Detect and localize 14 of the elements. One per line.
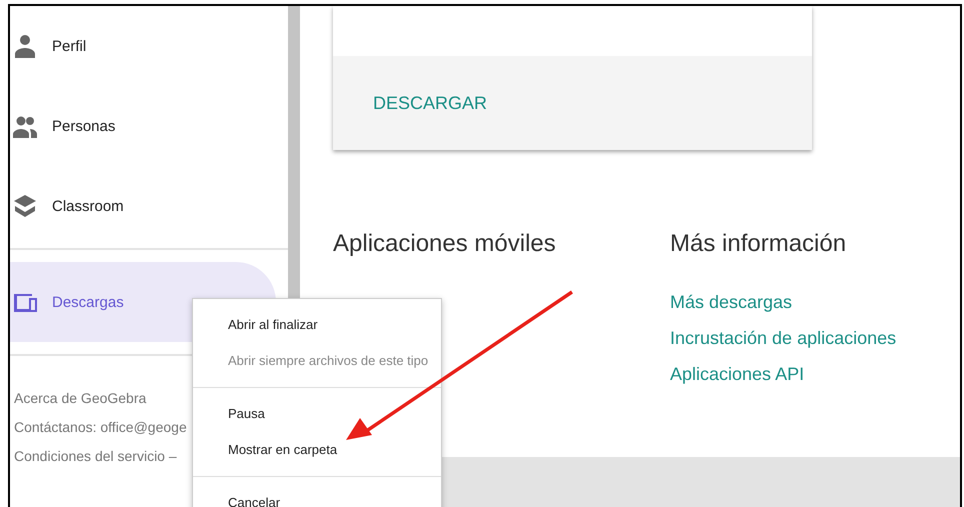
section-heading: Aplicaciones móviles <box>333 230 557 258</box>
sidebar-item[interactable]: Personas <box>10 86 288 166</box>
sidebar-item[interactable]: Classroom <box>10 166 288 246</box>
download-button[interactable]: DESCARGAR <box>373 92 488 114</box>
sidebar-item[interactable]: Perfil <box>10 6 288 86</box>
person-icon <box>12 33 38 59</box>
menu-item[interactable]: Pausa <box>193 395 441 431</box>
menu-item[interactable]: Mostrar en carpeta <box>193 431 441 467</box>
info-link[interactable]: Aplicaciones API <box>670 364 896 385</box>
menu-item[interactable]: Cancelar <box>193 484 441 507</box>
layers-icon <box>12 193 38 219</box>
info-link[interactable]: Incrustación de aplicaciones <box>670 328 896 349</box>
section-heading: Más información <box>670 230 848 258</box>
info-link[interactable]: Más descargas <box>670 292 896 313</box>
